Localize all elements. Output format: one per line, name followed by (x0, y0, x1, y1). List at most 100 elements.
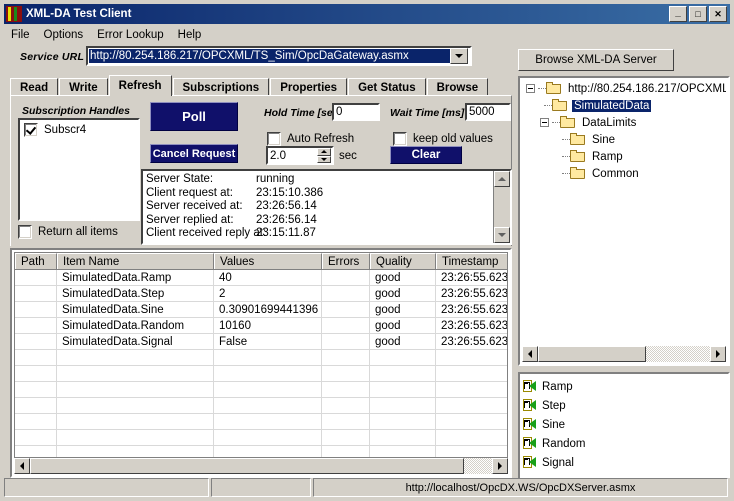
table-row[interactable]: SimulatedData.Ramp 40 good 23:26:55.623 (15, 270, 507, 286)
menu-item-error-lookup[interactable]: Error Lookup (90, 27, 170, 43)
folder-icon (570, 167, 586, 180)
table-row-empty[interactable] (15, 398, 507, 414)
tab-browse[interactable]: Browse (426, 78, 489, 96)
list-item[interactable]: Random (523, 434, 728, 453)
interval-input[interactable]: 2.0 (268, 150, 317, 162)
tab-read[interactable]: Read (10, 78, 59, 96)
close-icon: ✕ (714, 9, 722, 19)
scrollbar-track[interactable] (30, 458, 492, 474)
column-header-path[interactable]: Path (15, 253, 57, 269)
tab-refresh[interactable]: Refresh (108, 75, 172, 96)
service-url-input[interactable]: http://80.254.186.217/OPCXML/TS_Sim/OpcD… (89, 49, 450, 63)
tab-subscriptions[interactable]: Subscriptions (172, 78, 270, 96)
keep-old-values-checkbox[interactable]: keep old values (393, 132, 493, 146)
cell-empty (15, 430, 57, 445)
table-row[interactable]: SimulatedData.Sine 0.30901699441396 good… (15, 302, 507, 318)
collapse-icon[interactable] (526, 84, 535, 93)
tree-node-simulateddata[interactable]: SimulatedData (522, 97, 726, 114)
tree-node-common[interactable]: Common (522, 165, 726, 182)
minimize-button[interactable]: _ (669, 6, 687, 22)
scroll-left-icon[interactable] (14, 458, 30, 474)
table-row[interactable]: SimulatedData.Step 2 good 23:26:55.623 (15, 286, 507, 302)
cell-item-name: SimulatedData.Signal (57, 334, 214, 349)
checkbox-icon[interactable] (267, 132, 281, 146)
table-row-empty[interactable] (15, 350, 507, 366)
scroll-right-icon[interactable] (710, 346, 726, 362)
hold-time-input[interactable]: 0 (332, 103, 380, 121)
item-label: Sine (542, 418, 566, 431)
cell-empty (436, 398, 507, 413)
stepper-down-icon[interactable] (317, 155, 331, 163)
status-row: Client received reply at: 23:15:11.87 (146, 227, 493, 241)
scroll-down-icon[interactable] (494, 227, 510, 243)
scrollbar-track[interactable] (538, 346, 710, 362)
chevron-down-icon[interactable] (450, 48, 468, 64)
scroll-left-icon[interactable] (522, 346, 538, 362)
checkbox-icon[interactable] (18, 225, 32, 239)
interval-stepper[interactable]: 2.0 (266, 146, 334, 165)
scroll-right-icon[interactable] (492, 458, 508, 474)
column-header-errors[interactable]: Errors (322, 253, 370, 269)
table-horizontal-scrollbar[interactable] (14, 457, 508, 474)
subscription-handles-list[interactable]: Subscr4 (18, 118, 140, 221)
cell-timestamp: 23:26:55.623 (436, 286, 507, 301)
tab-write[interactable]: Write (59, 78, 108, 96)
table-row-empty[interactable] (15, 414, 507, 430)
collapse-icon[interactable] (540, 118, 549, 127)
server-tree[interactable]: http://80.254.186.217/OPCXML/TS_S Simula… (518, 76, 730, 366)
tree-connector (562, 138, 570, 141)
scroll-up-icon[interactable] (494, 171, 510, 187)
tree-node-label: Sine (592, 133, 616, 146)
list-item[interactable]: Subscr4 (20, 120, 138, 140)
list-item[interactable]: Signal (523, 453, 728, 472)
table-row-empty[interactable] (15, 430, 507, 446)
tab-get-status[interactable]: Get Status (348, 78, 426, 96)
list-item[interactable]: Ramp (523, 377, 728, 396)
cell-empty (57, 430, 214, 445)
tab-properties[interactable]: Properties (270, 78, 348, 96)
wait-time-input[interactable]: 5000 (465, 103, 511, 121)
close-button[interactable]: ✕ (709, 6, 727, 22)
cell-item-name: SimulatedData.Step (57, 286, 214, 301)
tree-connector (562, 172, 570, 175)
items-table[interactable]: Path Item Name Values Errors Quality Tim… (10, 248, 512, 478)
column-header-item-name[interactable]: Item Name (57, 253, 214, 269)
cell-value: 10160 (214, 318, 322, 333)
tree-node-datalimits[interactable]: DataLimits (522, 114, 726, 131)
browse-server-button[interactable]: Browse XML-DA Server (518, 49, 674, 71)
menu-item-help[interactable]: Help (171, 27, 209, 43)
scrollbar-thumb[interactable] (538, 346, 647, 362)
stepper-up-icon[interactable] (317, 148, 331, 156)
tree-node-sine[interactable]: Sine (522, 131, 726, 148)
table-row-empty[interactable] (15, 382, 507, 398)
tree-horizontal-scrollbar[interactable] (522, 346, 726, 362)
status-scrollbar[interactable] (493, 171, 510, 243)
return-all-items-checkbox[interactable]: Return all items (18, 225, 118, 239)
list-item[interactable]: Sine (523, 415, 728, 434)
scrollbar-thumb[interactable] (30, 458, 465, 474)
column-header-quality[interactable]: Quality (370, 253, 436, 269)
auto-refresh-checkbox[interactable]: Auto Refresh (267, 132, 354, 146)
table-row-empty[interactable] (15, 366, 507, 382)
service-url-combobox[interactable]: http://80.254.186.217/OPCXML/TS_Sim/OpcD… (86, 46, 472, 66)
maximize-button[interactable]: □ (689, 6, 707, 22)
cell-empty (214, 350, 322, 365)
menu-item-file[interactable]: File (4, 27, 37, 43)
tree-node-root[interactable]: http://80.254.186.217/OPCXML/TS_S (522, 80, 726, 97)
cell-timestamp: 23:26:55.623 (436, 318, 507, 333)
poll-button[interactable]: Poll (150, 102, 238, 131)
table-row[interactable]: SimulatedData.Signal False good 23:26:55… (15, 334, 507, 350)
checkbox-icon[interactable] (393, 132, 407, 146)
column-header-timestamp[interactable]: Timestamp (436, 253, 507, 269)
tree-node-ramp[interactable]: Ramp (522, 148, 726, 165)
checkbox-icon[interactable] (24, 123, 38, 137)
cancel-request-button[interactable]: Cancel Request (150, 144, 238, 163)
clear-button[interactable]: Clear (390, 146, 462, 164)
server-status-lines: Server State: running Client request at:… (143, 171, 493, 243)
menu-item-options[interactable]: Options (37, 27, 91, 43)
table-row[interactable]: SimulatedData.Random 10160 good 23:26:55… (15, 318, 507, 334)
column-header-values[interactable]: Values (214, 253, 322, 269)
stepper-buttons[interactable] (317, 148, 331, 163)
list-item[interactable]: Step (523, 396, 728, 415)
server-items-list[interactable]: Ramp Step Sine Random Signal (518, 372, 730, 480)
